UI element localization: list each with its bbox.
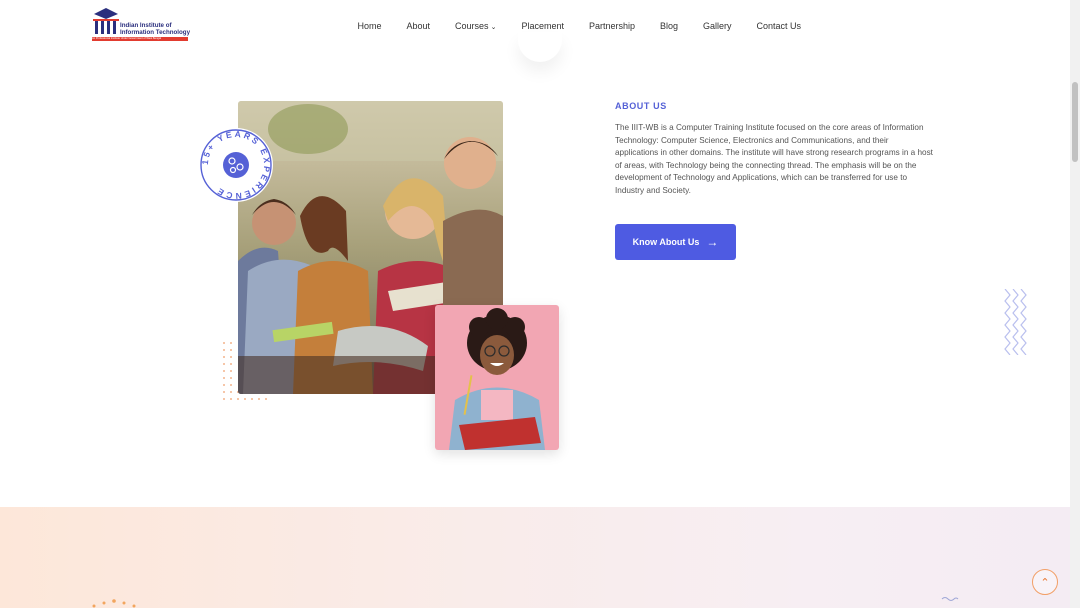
institute-logo-icon (93, 8, 119, 34)
experience-badge: 15+ YEARS EXPERIENCE (198, 127, 274, 203)
know-about-us-label: Know About Us (632, 237, 700, 247)
student-portrait-photo (435, 305, 559, 450)
main-nav: Home About Courses ⌄ Placement Partnershi… (345, 14, 814, 38)
logo-name: Indian Institute of Information Technolo… (120, 22, 191, 36)
nav-blog[interactable]: Blog (648, 14, 691, 38)
about-heading: ABOUT US (615, 101, 667, 111)
site-logo[interactable]: Indian Institute of Information Technolo… (92, 6, 191, 44)
arrow-right-icon: → (706, 235, 719, 249)
students-icon (223, 152, 249, 178)
chevron-up-icon: ⌃ (1040, 576, 1050, 589)
header-decoration (518, 32, 562, 62)
nav-courses[interactable]: Courses ⌄ (443, 14, 509, 38)
nav-home[interactable]: Home (345, 14, 394, 38)
nav-partnership[interactable]: Partnership (576, 14, 647, 38)
logo-tagline: An Professional Institute Under Governme… (92, 37, 188, 41)
nav-courses-label: Courses (455, 21, 489, 31)
band-decoration (941, 597, 959, 601)
about-description: The IIIT-WB is a Computer Training Insti… (615, 123, 933, 195)
nav-contact[interactable]: Contact Us (744, 14, 814, 38)
band-dots-decoration (92, 599, 136, 608)
nav-about[interactable]: About (394, 14, 443, 38)
zigzag-decoration (1004, 289, 1027, 355)
scroll-to-top-button[interactable]: ⌃ (1032, 569, 1058, 595)
know-about-us-button[interactable]: Know About Us → (615, 224, 736, 260)
scrollbar-thumb[interactable] (1072, 82, 1078, 162)
chevron-down-icon: ⌄ (490, 24, 497, 31)
next-section-band (0, 507, 1070, 608)
nav-gallery[interactable]: Gallery (691, 14, 745, 38)
